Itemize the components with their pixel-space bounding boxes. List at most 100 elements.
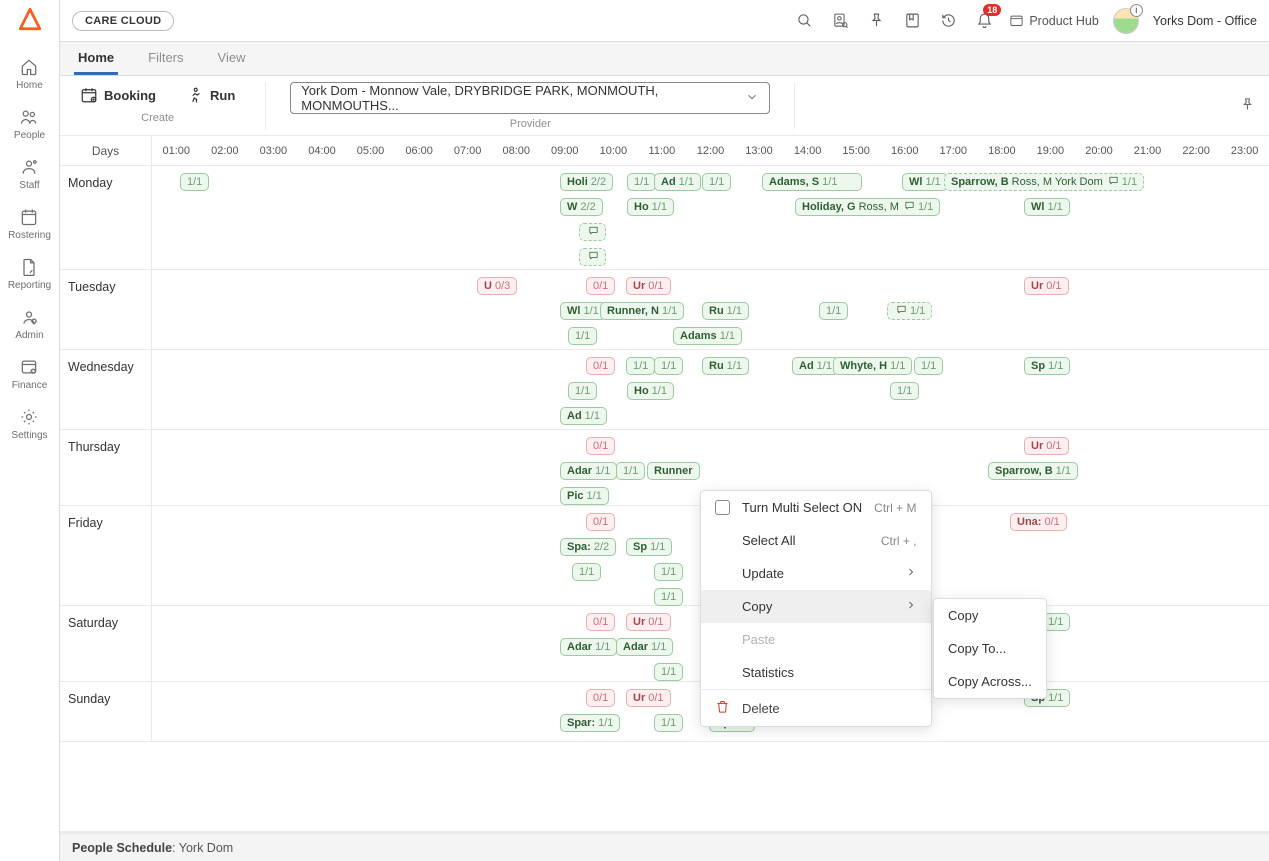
- booking-chip[interactable]: W2/2: [560, 198, 603, 216]
- booking-chip[interactable]: Sp1/1: [626, 538, 672, 556]
- booking-chip[interactable]: 0/1: [586, 357, 615, 375]
- booking-chip[interactable]: Ho1/1: [627, 382, 674, 400]
- day-canvas[interactable]: 0/11/11/1Ru1/1Ad1/1Whyte, H1/11/1Sp1/11/…: [152, 350, 1269, 429]
- booking-chip[interactable]: 1/1: [180, 173, 209, 191]
- product-hub-link[interactable]: Product Hub: [1009, 13, 1098, 28]
- booking-chip[interactable]: [579, 223, 606, 241]
- booking-chip[interactable]: Ur0/1: [1024, 277, 1069, 295]
- booking-chip[interactable]: 1/1: [568, 382, 597, 400]
- booking-chip[interactable]: 1/1: [572, 563, 601, 581]
- booking-button[interactable]: Booking: [74, 82, 162, 108]
- nav-reporting[interactable]: Reporting: [8, 249, 51, 299]
- booking-chip[interactable]: Ur0/1: [626, 689, 671, 707]
- booking-chip[interactable]: Ad1/1: [560, 407, 607, 425]
- person-search-icon[interactable]: [829, 10, 851, 32]
- user-menu[interactable]: Yorks Dom - Office: [1153, 14, 1257, 28]
- booking-chip[interactable]: Spa:2/2: [560, 538, 616, 556]
- nav-admin[interactable]: Admin: [8, 299, 51, 349]
- booking-chip[interactable]: Ad1/1: [654, 173, 701, 191]
- booking-chip[interactable]: Runner: [647, 462, 700, 480]
- nav-people[interactable]: People: [8, 99, 51, 149]
- history-icon[interactable]: [937, 10, 959, 32]
- booking-chip[interactable]: 1/1: [616, 462, 645, 480]
- booking-chip[interactable]: Sparrow, BRoss, M York Dom1/1: [944, 173, 1144, 191]
- booking-chip[interactable]: Wl1/1: [1024, 198, 1070, 216]
- booking-chip[interactable]: 1/1: [890, 382, 919, 400]
- booking-chip[interactable]: 1/1: [702, 173, 731, 191]
- booking-chip[interactable]: [579, 248, 606, 266]
- context-menu: Turn Multi Select ON Ctrl + M Select All…: [700, 490, 932, 727]
- booking-chip[interactable]: Ru1/1: [702, 357, 749, 375]
- booking-chip[interactable]: 1/1: [654, 588, 683, 606]
- booking-chip[interactable]: 0/1: [586, 613, 615, 631]
- booking-chip[interactable]: Runner, N1/1: [600, 302, 684, 320]
- booking-chip[interactable]: Adar1/1: [560, 638, 617, 656]
- booking-chip[interactable]: Holi2/2: [560, 173, 613, 191]
- booking-chip[interactable]: Holiday, GRoss, M1/1: [795, 198, 940, 216]
- ctx-update[interactable]: Update: [701, 557, 931, 590]
- booking-chip[interactable]: Ru1/1: [702, 302, 749, 320]
- ctx-multi-select[interactable]: Turn Multi Select ON Ctrl + M: [701, 491, 931, 524]
- booking-chip[interactable]: 1/1: [627, 173, 656, 191]
- ctx-statistics[interactable]: Statistics: [701, 656, 931, 689]
- booking-chip[interactable]: Spar:1/1: [560, 714, 620, 732]
- day-canvas[interactable]: U0/3 0/1 Ur0/1 Ur0/1 Wl1/1Runner, N1/1 Ru1/1 1…: [152, 270, 1269, 349]
- booking-chip[interactable]: 1/1: [914, 357, 943, 375]
- ctx-delete[interactable]: Delete: [701, 690, 931, 726]
- ctx-sub-copy-to[interactable]: Copy To...: [934, 632, 1046, 665]
- hour-cell: 09:00: [541, 136, 590, 165]
- user-avatar[interactable]: i: [1113, 8, 1139, 34]
- booking-chip[interactable]: 1/1: [626, 357, 655, 375]
- ctx-sub-copy-across[interactable]: Copy Across...: [934, 665, 1046, 698]
- tab-view[interactable]: View: [214, 43, 250, 75]
- booking-chip[interactable]: 1/1: [654, 357, 683, 375]
- booking-chip[interactable]: 1/1: [654, 663, 683, 681]
- booking-chip[interactable]: U0/3: [477, 277, 517, 295]
- booking-chip[interactable]: 1/1: [887, 302, 932, 320]
- booking-chip[interactable]: Ad1/1: [792, 357, 839, 375]
- booking-chip[interactable]: 0/1: [586, 513, 615, 531]
- nav-staff[interactable]: Staff: [8, 149, 51, 199]
- booking-chip[interactable]: Wl1/1: [560, 302, 606, 320]
- booking-chip[interactable]: 0/1: [586, 689, 615, 707]
- booking-chip[interactable]: Adams, S1/1: [762, 173, 862, 191]
- nav-rostering[interactable]: Rostering: [8, 199, 51, 249]
- booking-chip[interactable]: Whyte, H1/1: [833, 357, 912, 375]
- booking-chip[interactable]: Sp1/1: [1024, 357, 1070, 375]
- booking-chip[interactable]: Adar1/1: [616, 638, 673, 656]
- booking-chip[interactable]: 1/1: [568, 327, 597, 345]
- booking-chip[interactable]: Adams1/1: [673, 327, 742, 345]
- booking-chip[interactable]: Sparrow, B1/1: [988, 462, 1078, 480]
- booking-chip[interactable]: 1/1: [819, 302, 848, 320]
- booking-chip[interactable]: 0/1: [586, 437, 615, 455]
- nav-finance[interactable]: £Finance: [8, 349, 51, 399]
- care-cloud-badge[interactable]: CARE CLOUD: [72, 11, 174, 31]
- run-button[interactable]: Run: [180, 82, 241, 108]
- booking-chip[interactable]: Wl1/1: [902, 173, 948, 191]
- booking-chip[interactable]: Ur0/1: [626, 613, 671, 631]
- search-icon[interactable]: [793, 10, 815, 32]
- booking-chip[interactable]: Una:0/1: [1010, 513, 1067, 531]
- ctx-sub-copy[interactable]: Copy: [934, 599, 1046, 632]
- pin-toolbar-icon[interactable]: [1240, 97, 1255, 115]
- provider-combobox[interactable]: York Dom - Monnow Vale, DRYBRIDGE PARK, …: [290, 82, 770, 114]
- ctx-copy[interactable]: Copy: [701, 590, 931, 623]
- booking-chip[interactable]: Ur0/1: [1024, 437, 1069, 455]
- booking-chip[interactable]: Ho1/1: [627, 198, 674, 216]
- notifications-bell-icon[interactable]: 18: [973, 10, 995, 32]
- booking-chip[interactable]: Pic1/1: [560, 487, 609, 505]
- booking-chip[interactable]: Adar1/1: [560, 462, 617, 480]
- ctx-select-all[interactable]: Select All Ctrl + ,: [701, 524, 931, 557]
- day-label: Thursday: [60, 430, 152, 505]
- booking-chip[interactable]: Ur0/1: [626, 277, 671, 295]
- booking-chip[interactable]: 1/1: [654, 563, 683, 581]
- booking-chip[interactable]: 1/1: [654, 714, 683, 732]
- tab-filters[interactable]: Filters: [144, 43, 187, 75]
- bookmark-icon[interactable]: [901, 10, 923, 32]
- tab-home[interactable]: Home: [74, 43, 118, 75]
- nav-home[interactable]: Home: [8, 49, 51, 99]
- booking-chip[interactable]: 0/1: [586, 277, 615, 295]
- pinned-icon[interactable]: [865, 10, 887, 32]
- nav-settings[interactable]: Settings: [8, 399, 51, 449]
- day-canvas[interactable]: 1/1Holi2/21/1Ad1/11/1Adams, S1/1Wl1/1Spa…: [152, 166, 1269, 269]
